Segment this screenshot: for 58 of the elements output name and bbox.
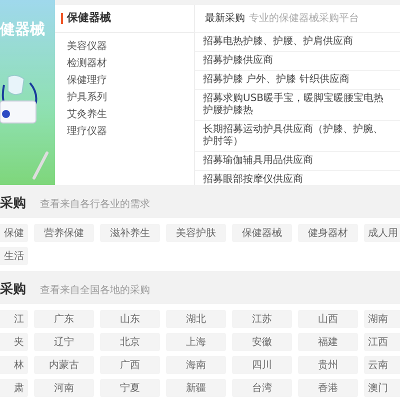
region-tag[interactable]: 福建 — [298, 333, 358, 351]
purchase-link[interactable]: 招募瑜伽辅具用品供应商 — [195, 152, 400, 171]
section-subtitle: 查看来自全国各地的采购 — [40, 284, 150, 298]
region-tag[interactable]: 江苏 — [232, 310, 292, 328]
region-tag[interactable]: 内蒙古 — [34, 356, 94, 374]
industry-tag[interactable]: 营养保健 — [34, 224, 94, 242]
industry-tag[interactable]: 成人用 — [364, 224, 400, 242]
region-tag[interactable]: 云南 — [364, 356, 400, 374]
industry-tag[interactable]: 美容护肤 — [166, 224, 226, 242]
region-tag[interactable]: 广西 — [100, 356, 160, 374]
region-tag[interactable]: 湖北 — [166, 310, 226, 328]
category-link[interactable]: 护具系列 — [55, 89, 194, 106]
panel-title: 最新采购 — [205, 12, 245, 26]
purchase-link[interactable]: 招募电热护膝、护腰、护肩供应商 — [195, 33, 400, 52]
region-tag[interactable]: 海南 — [166, 356, 226, 374]
region-tag[interactable]: 广东 — [34, 310, 94, 328]
accent-bar — [61, 13, 63, 24]
industry-tag[interactable]: 保健器械 — [232, 224, 292, 242]
region-tag[interactable]: 台湾 — [232, 379, 292, 397]
category-link[interactable]: 检测器材 — [55, 55, 194, 72]
purchase-link[interactable]: 长期招募运动护具供应商（护膝、护腕、护肘等） — [195, 121, 400, 152]
region-tag[interactable]: 辽宁 — [34, 333, 94, 351]
region-tag[interactable]: 江 — [0, 310, 28, 328]
panel-subtitle: 专业的保健器械采购平台 — [249, 12, 359, 26]
industry-tag[interactable]: 滋补养生 — [100, 224, 160, 242]
region-tag[interactable]: 肃 — [0, 379, 28, 397]
category-link[interactable]: 美容仪器 — [55, 38, 194, 55]
region-tag[interactable]: 林 — [0, 356, 28, 374]
region-tag[interactable]: 山西 — [298, 310, 358, 328]
region-tag[interactable]: 贵州 — [298, 356, 358, 374]
industry-tag[interactable]: 健身器材 — [298, 224, 358, 242]
region-tag[interactable]: 上海 — [166, 333, 226, 351]
section-title: 采购 — [0, 280, 26, 300]
region-tag[interactable]: 河南 — [34, 379, 94, 397]
region-tag[interactable]: 山东 — [100, 310, 160, 328]
category-link[interactable]: 理疗仪器 — [55, 123, 194, 140]
section-subtitle: 查看来自各行各业的需求 — [40, 198, 150, 212]
purchase-link[interactable]: 招募护膝供应商 — [195, 52, 400, 71]
purchase-link[interactable]: 招募护膝 户外、护膝 针织供应商 — [195, 71, 400, 90]
purchase-link[interactable]: 招募求购USB暖手宝，暖脚宝暖腰宝电热护腰护膝热 — [195, 90, 400, 121]
region-tag[interactable]: 北京 — [100, 333, 160, 351]
nebulizer-drawing — [0, 75, 40, 125]
region-tag[interactable]: 新疆 — [166, 379, 226, 397]
region-tag[interactable]: 宁夏 — [100, 379, 160, 397]
panel-title: 保健器械 — [67, 10, 111, 26]
category-link[interactable]: 艾灸养生 — [55, 106, 194, 123]
region-tag[interactable]: 江西 — [364, 333, 400, 351]
purchase-link[interactable]: 招募眼部按摩仪供应商 — [195, 171, 400, 190]
industry-tag[interactable]: 保健 — [0, 224, 28, 242]
section-title: 采购 — [0, 194, 26, 214]
region-tag[interactable]: 香港 — [298, 379, 358, 397]
category-link[interactable]: 保健理疗 — [55, 72, 194, 89]
industry-tag[interactable]: 生活 — [0, 247, 28, 265]
region-tag[interactable]: 四川 — [232, 356, 292, 374]
region-tag[interactable]: 澳门 — [364, 379, 400, 397]
region-tag[interactable]: 湖南 — [364, 310, 400, 328]
region-tag[interactable]: 夹 — [0, 333, 28, 351]
region-tag[interactable]: 安徽 — [232, 333, 292, 351]
